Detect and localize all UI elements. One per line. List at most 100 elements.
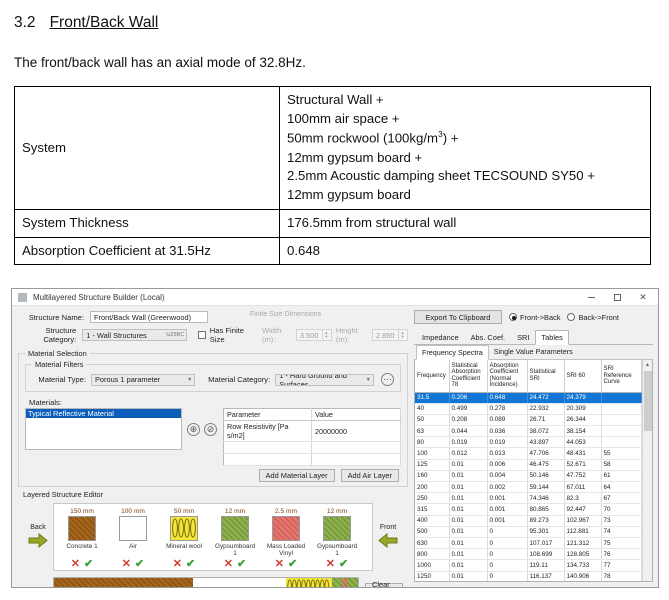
finite-height-input[interactable]: 2.850 ▲ ▼ [372,329,408,341]
cell-frequency: 500 [415,526,450,538]
radio-back-front[interactable]: Back->Front [567,313,619,322]
col-frequency[interactable]: Frequency [415,360,450,393]
structure-name-input[interactable]: Front/Back Wall (Greenwood) [90,311,208,323]
scroll-up-icon[interactable]: ▲ [642,360,652,370]
layer-swatch-gypsum[interactable] [221,516,249,541]
clear-all-button[interactable]: Clear All [365,580,403,587]
layer-swatch-wool[interactable] [170,516,198,541]
material-category-select[interactable]: 1 - Hard Ground and Surfaces ▼ [275,373,374,386]
cell-sri-ref-curve: 74 [601,526,642,538]
list-item[interactable]: 12 mm Gypsumboard 1 [317,508,357,557]
spec-table: System Structural Wall + 100mm air space… [14,86,651,266]
add-material-layer-button[interactable]: Add Material Layer [258,469,335,482]
table-row[interactable]: 315 0.01 0.001 80.865 92.447 70 [415,503,642,516]
table-row[interactable]: Row Resistivity [Pa s/m2] 20000000 [223,420,401,442]
param-value[interactable]: 20000000 [311,420,401,442]
table-row[interactable]: 100 0.012 0.013 47.706 48.431 55 [415,447,642,460]
material-type-select[interactable]: Porous 1 parameter ▼ [90,373,196,386]
strip-concrete[interactable] [54,578,194,587]
table-row[interactable]: 250 0.01 0.001 74.346 82.3 67 [415,492,642,505]
col-absorption-coefficient-normal[interactable]: Absorption Coefficient (Normal Incidence… [487,360,528,393]
table-row[interactable]: 160 0.01 0.004 50.146 47.752 61 [415,470,642,483]
add-air-layer-button[interactable]: Add Air Layer [340,469,399,482]
list-item[interactable]: 100 mm Air [113,508,153,557]
table-row[interactable]: 1000 0.01 0 119.11 134.733 77 [415,559,642,572]
close-button[interactable]: ✕ [630,289,656,305]
layer-swatch-gypsum[interactable] [323,516,351,541]
strip-wool[interactable] [285,578,333,587]
layer-canvas[interactable]: 150 mm Concrete 1 100 mm Air 50 mm Miner… [53,503,373,571]
tab-tables[interactable]: Tables [535,330,569,345]
table-row[interactable]: 1250 0.01 0 116.137 140.906 78 [415,571,642,581]
col-sri-60[interactable]: SRI 60 [564,360,602,393]
col-sri-reference-curve[interactable]: SRI Reference Curve [601,360,642,393]
table-scrollbar[interactable]: ▲ [642,360,652,581]
table-row[interactable]: 40 0.499 0.278 22.932 20.309 [415,403,642,415]
layer-thickness: 12 mm [224,508,246,515]
radio-icon[interactable] [567,313,576,321]
tab-sri[interactable]: SRI [511,330,535,344]
delete-layer-icon[interactable]: ✕ [275,559,284,570]
list-item[interactable]: Typical Reflective Material [26,409,181,418]
strip-gypsum[interactable] [346,578,359,587]
list-item[interactable]: 12 mm Gypsumboard 1 [215,508,255,557]
delete-layer-icon[interactable]: ✕ [173,559,182,570]
export-to-clipboard-button[interactable]: Export To Clipboard [414,310,502,324]
finite-width-input[interactable]: 3.500 ▲ ▼ [295,329,332,341]
minimize-button[interactable] [578,289,604,305]
radio-front-back[interactable]: Front->Back [509,313,560,322]
confirm-layer-icon[interactable]: ✔ [135,559,144,570]
subtab-frequency-spectra[interactable]: Frequency Spectra [416,345,489,360]
col-statistical-sri[interactable]: Statistical SRI [527,360,565,393]
materials-list[interactable]: Typical Reflective Material [25,408,182,450]
delete-layer-icon[interactable]: ✕ [122,559,131,570]
more-options-icon[interactable]: ⋯ [381,373,394,386]
confirm-layer-icon[interactable]: ✔ [84,559,93,570]
confirm-layer-icon[interactable]: ✔ [288,559,297,570]
maximize-button[interactable] [604,289,630,305]
width-stepper-icon[interactable]: ▲ ▼ [321,330,330,340]
has-finite-size-checkbox[interactable] [197,331,206,339]
edit-material-icon[interactable]: ⊘ [204,422,217,436]
list-item[interactable]: 50 mm Mineral wool [164,508,204,557]
cell-sri-ref-curve: 64 [601,481,642,494]
table-row[interactable]: 800 0.01 0 108.699 128.805 76 [415,548,642,561]
radio-icon[interactable] [509,313,517,321]
delete-layer-icon[interactable]: ✕ [224,559,233,570]
col-statistical-absorption-coefficient[interactable]: Statistical Absorption Coefficient 78 [449,360,488,393]
list-item[interactable]: 150 mm Concrete 1 [62,508,102,557]
cell-stat-sri: 108.699 [527,548,565,561]
table-row[interactable]: 125 0.01 0.006 46.475 52.671 58 [415,459,642,471]
delete-layer-icon[interactable]: ✕ [326,559,335,570]
table-row[interactable]: 630 0.01 0 107.017 121.312 75 [415,537,642,550]
cell-sri-60: 38.154 [564,425,602,438]
layer-swatch-air[interactable] [119,516,147,541]
height-stepper-icon[interactable]: ▲ ▼ [398,330,406,340]
table-row[interactable]: 400 0.01 0.001 89.273 102.967 73 [415,515,642,527]
confirm-layer-icon[interactable]: ✔ [339,559,348,570]
delete-layer-icon[interactable]: ✕ [71,559,80,570]
strip-gypsum[interactable] [332,578,344,587]
table-row[interactable]: 50 0.208 0.089 26.71 26.344 [415,414,642,427]
cell-sri-ref-curve [601,392,642,404]
cell-sri-60: 92.447 [564,503,602,516]
confirm-layer-icon[interactable]: ✔ [237,559,246,570]
structure-strip[interactable] [53,577,359,587]
confirm-layer-icon[interactable]: ✔ [186,559,195,570]
table-row[interactable]: 200 0.01 0.002 59.144 67.011 64 [415,481,642,494]
tab-abs-coef[interactable]: Abs. Coef. [465,330,512,344]
table-row[interactable]: 500 0.01 0 95.301 112.881 74 [415,526,642,538]
structure-category-select[interactable]: 1 - Wall Structures \u25BC [82,329,188,341]
strip-air[interactable] [193,578,286,587]
table-row[interactable]: 80 0.019 0.019 43.897 44.053 [415,436,642,449]
table-row[interactable]: 63 0.044 0.036 38.072 38.154 [415,425,642,438]
layer-swatch-concrete[interactable] [68,516,96,541]
layer-swatch-vinyl[interactable] [272,516,300,541]
table-row[interactable]: 31.5 0.206 0.648 24.472 24.379 [415,392,642,404]
list-item[interactable]: 2.5 mm Mass Loaded Vinyl [266,508,306,557]
scrollbar-thumb[interactable] [643,371,652,431]
subtab-single-value-parameters[interactable]: Single Value Parameters [489,345,578,359]
table-header-row: Parameter Value [223,408,401,421]
tab-impedance[interactable]: Impedance [416,330,465,344]
add-material-icon[interactable]: ⊕ [187,422,200,436]
